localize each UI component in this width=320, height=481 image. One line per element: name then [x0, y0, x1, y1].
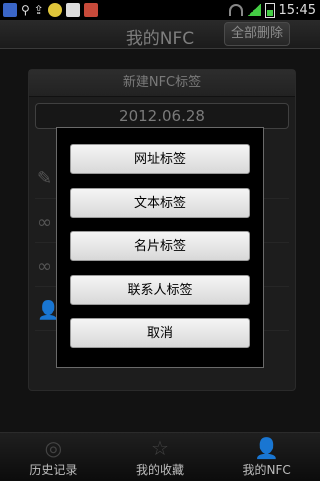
nav-label: 我的收藏 — [136, 463, 185, 477]
usb-icon: ⚲ — [21, 3, 30, 17]
contact-tag-button[interactable]: 联系人标签 — [70, 275, 250, 305]
nav-label: 历史记录 — [29, 463, 78, 477]
cancel-button[interactable]: 取消 — [70, 318, 250, 348]
shield-icon — [3, 3, 17, 17]
status-bar: ⚲ ⇪ 15:45 — [0, 0, 320, 20]
clear-all-button[interactable]: 全部删除 — [223, 22, 290, 46]
upload-icon: ⇪ — [33, 3, 44, 17]
app-icon — [47, 3, 62, 17]
signal-icon — [246, 4, 261, 16]
edit-icon: ✎ — [37, 168, 53, 189]
history-icon: ◎ — [44, 436, 63, 460]
link-icon: ∞ — [37, 256, 52, 277]
title-bar: 我的NFC 全部删除 — [0, 20, 320, 49]
business-card-tag-button[interactable]: 名片标签 — [70, 231, 250, 261]
notification-icons: ⚲ ⇪ — [0, 3, 98, 17]
url-tag-button[interactable]: 网址标签 — [70, 144, 250, 174]
link-icon: ∞ — [37, 212, 52, 233]
wifi-icon — [228, 4, 243, 16]
nav-item-my-nfc[interactable]: 👤 我的NFC — [213, 433, 320, 481]
nav-label: 我的NFC — [242, 463, 291, 477]
star-icon: ☆ — [151, 436, 169, 460]
bottom-nav: ◎ 历史记录 ☆ 我的收藏 👤 我的NFC — [0, 432, 320, 481]
calendar-icon — [83, 3, 98, 17]
status-time: 15:45 — [278, 2, 316, 18]
new-tag-title: 新建NFC标签 — [29, 70, 295, 97]
nav-item-favorites[interactable]: ☆ 我的收藏 — [107, 433, 214, 481]
new-tag-dialog: 网址标签 文本标签 名片标签 联系人标签 取消 — [56, 127, 264, 368]
nav-item-history[interactable]: ◎ 历史记录 — [0, 433, 107, 481]
battery-icon — [264, 2, 275, 18]
text-tag-button[interactable]: 文本标签 — [70, 188, 250, 218]
mail-icon — [65, 3, 80, 17]
contact-icon: 👤 — [37, 300, 60, 321]
nfc-user-icon: 👤 — [254, 436, 280, 460]
date-field: 2012.06.28 — [35, 103, 289, 129]
